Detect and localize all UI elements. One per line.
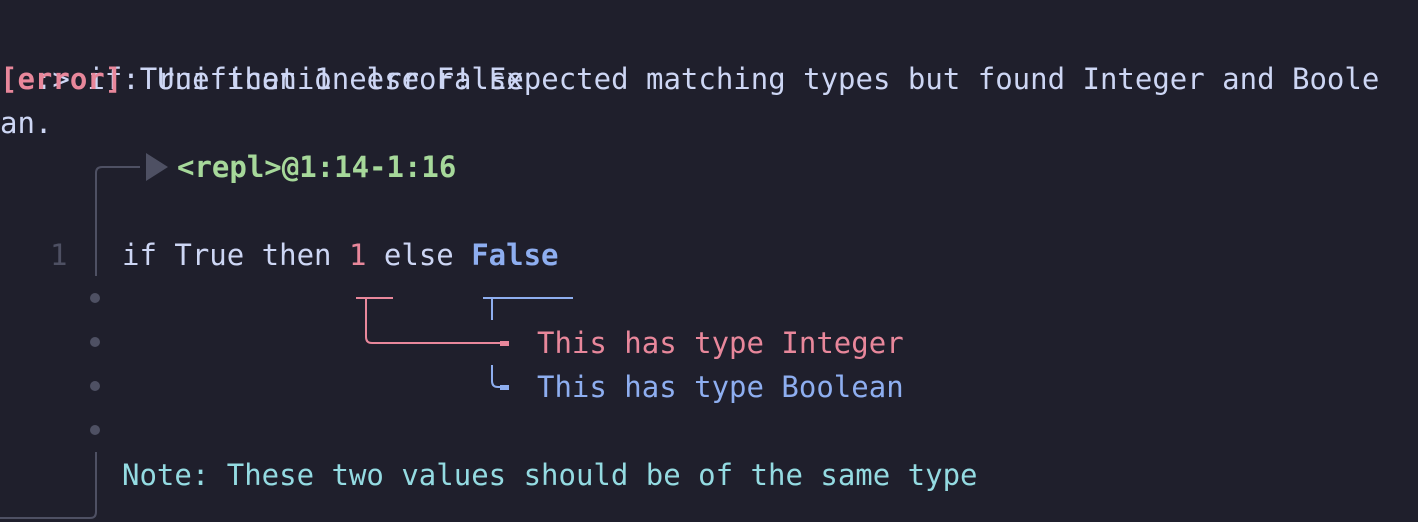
error-message-wrap: an. [0, 106, 53, 140]
note-text: Note: These two values should be of the … [122, 458, 978, 492]
span1-pointer-end [500, 341, 509, 346]
frame-bottom-connector [0, 452, 97, 519]
span2-pointer-end [500, 385, 509, 390]
source-code-line: if True then 1 else False [122, 233, 559, 277]
report-location: <repl>@1:14-1:16 [177, 150, 457, 184]
gutter-dot [90, 337, 100, 347]
label-boolean: This has type Boolean [537, 370, 904, 404]
label-integer: This has type Integer [537, 326, 904, 360]
error-line: [error]: Unification error! Expected mat… [0, 57, 1379, 101]
gutter-dot [90, 293, 100, 303]
header-arrow-icon [146, 153, 168, 181]
input-line: :> if True then 1 else False [0, 13, 524, 96]
span2-pointer [491, 365, 503, 388]
span1-pointer [365, 298, 503, 344]
code-span-integer: 1 [348, 238, 367, 272]
error-message: : Unification error! Expected matching t… [122, 62, 1380, 96]
gutter-dot [90, 381, 100, 391]
code-middle: else [366, 238, 472, 272]
error-tag: [error] [0, 62, 123, 96]
error-line-wrap: an. [0, 101, 52, 145]
code-span-boolean: False [471, 238, 559, 272]
line-number: 1 [50, 238, 68, 272]
code-before: if True then [122, 238, 349, 272]
gutter-dot [90, 425, 100, 435]
